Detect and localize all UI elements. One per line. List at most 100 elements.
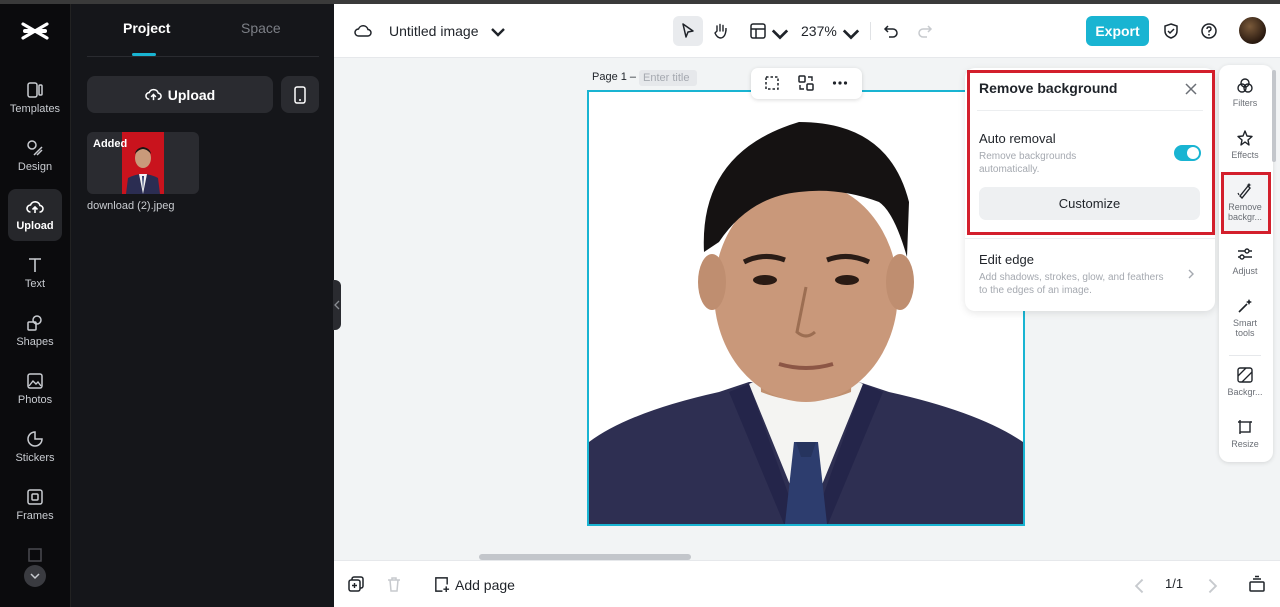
remove-background-icon bbox=[1237, 183, 1252, 199]
redo-icon bbox=[918, 25, 933, 38]
rail-item-text[interactable]: Text bbox=[8, 247, 62, 299]
annotation-highlight-panel bbox=[967, 70, 1215, 235]
chevron-down-icon bbox=[491, 28, 505, 37]
help-button[interactable] bbox=[1200, 22, 1218, 40]
portrait-photo bbox=[589, 92, 1023, 524]
layout-tool-button[interactable] bbox=[749, 22, 767, 40]
smart-tools-icon bbox=[1238, 299, 1252, 313]
upload-button[interactable]: Upload bbox=[87, 76, 273, 113]
more-tools-icon bbox=[28, 548, 42, 562]
panel-collapse-handle[interactable] bbox=[333, 280, 341, 330]
document-title[interactable]: Untitled image bbox=[389, 23, 479, 39]
toolbar-divider bbox=[870, 22, 871, 40]
capcut-logo[interactable] bbox=[21, 20, 49, 42]
page-manager-button[interactable] bbox=[1248, 575, 1266, 593]
add-page-button[interactable]: Add page bbox=[433, 576, 515, 593]
more-horizontal-icon bbox=[832, 81, 848, 85]
assets-panel: Project Space Upload Added download (2).… bbox=[70, 4, 334, 607]
delete-page-button[interactable] bbox=[385, 575, 403, 593]
security-button[interactable] bbox=[1162, 22, 1180, 40]
help-icon bbox=[1201, 23, 1217, 39]
frames-icon bbox=[27, 489, 43, 505]
effects-icon bbox=[1237, 130, 1253, 146]
select-area-icon bbox=[765, 76, 779, 90]
rail-item-photos[interactable]: Photos bbox=[8, 363, 62, 415]
rail-item-stickers[interactable]: Stickers bbox=[8, 421, 62, 473]
upload-button-label: Upload bbox=[167, 86, 216, 103]
upload-from-phone-button[interactable] bbox=[281, 76, 319, 113]
templates-icon bbox=[27, 82, 43, 98]
title-menu-button[interactable] bbox=[489, 23, 507, 41]
tool-effects[interactable]: Effects bbox=[1221, 129, 1269, 160]
right-rail-scrollbar[interactable] bbox=[1272, 70, 1276, 162]
tool-filters[interactable]: Filters bbox=[1221, 77, 1269, 108]
cloud-sync-button[interactable] bbox=[354, 22, 372, 40]
rail-item-shapes[interactable]: Shapes bbox=[8, 305, 62, 357]
select-area-button[interactable] bbox=[763, 74, 781, 92]
zoom-menu-button[interactable] bbox=[842, 25, 860, 43]
photos-icon bbox=[27, 373, 43, 389]
tool-label: Smart tools bbox=[1232, 318, 1257, 338]
rail-item-frames[interactable]: Frames bbox=[8, 479, 62, 531]
rail-label: Design bbox=[17, 161, 53, 173]
asset-filename: download (2).jpeg bbox=[87, 200, 175, 212]
tool-label: Effects bbox=[1231, 150, 1259, 160]
tool-resize[interactable]: Resize bbox=[1221, 418, 1269, 449]
cloud-icon bbox=[354, 25, 372, 37]
export-button[interactable]: Export bbox=[1086, 16, 1149, 46]
rail-item-templates[interactable]: Templates bbox=[8, 72, 62, 124]
add-page-icon bbox=[435, 577, 450, 593]
pages-icon bbox=[1249, 575, 1265, 592]
tab-divider bbox=[87, 56, 319, 57]
user-avatar[interactable] bbox=[1239, 17, 1266, 44]
undo-button[interactable] bbox=[882, 22, 900, 40]
tool-background[interactable]: Backgr... bbox=[1221, 366, 1269, 397]
chevron-left-icon bbox=[1134, 578, 1144, 594]
canvas-image[interactable] bbox=[587, 90, 1025, 526]
next-page-button[interactable] bbox=[1203, 577, 1221, 595]
chevron-down-icon bbox=[842, 29, 860, 40]
replace-button[interactable] bbox=[797, 74, 815, 92]
rail-item-upload[interactable]: Upload bbox=[8, 189, 62, 241]
more-options-button[interactable] bbox=[831, 74, 849, 92]
page-title-input[interactable]: Enter title bbox=[639, 70, 697, 86]
asset-image bbox=[122, 132, 164, 194]
tool-divider bbox=[1229, 355, 1261, 356]
pointer-icon bbox=[682, 23, 694, 38]
chevron-right-icon bbox=[1208, 578, 1218, 594]
left-rail: Templates Design Upload Text Shapes Phot… bbox=[0, 4, 70, 607]
chevron-down-icon bbox=[771, 29, 789, 40]
resize-icon bbox=[1238, 420, 1252, 434]
hand-icon bbox=[714, 23, 727, 39]
prev-page-button[interactable] bbox=[1131, 577, 1149, 595]
hand-tool-button[interactable] bbox=[712, 22, 730, 40]
layout-menu-button[interactable] bbox=[771, 25, 789, 43]
background-icon bbox=[1237, 367, 1253, 383]
chevron-down-icon bbox=[30, 573, 40, 580]
redo-button[interactable] bbox=[916, 22, 934, 40]
layout-icon bbox=[750, 23, 766, 39]
page-label: Page 1 – bbox=[592, 71, 637, 83]
tool-smart-tools[interactable]: Smart tools bbox=[1221, 297, 1269, 338]
undo-icon bbox=[883, 25, 898, 38]
shapes-icon bbox=[27, 315, 42, 331]
design-icon bbox=[27, 140, 43, 156]
tool-label: Adjust bbox=[1232, 266, 1258, 276]
tool-remove-background[interactable]: Remove backgr... bbox=[1221, 181, 1269, 222]
rail-expand-button[interactable] bbox=[24, 565, 46, 587]
duplicate-page-button[interactable] bbox=[347, 575, 365, 593]
chevron-right-icon[interactable] bbox=[1186, 268, 1196, 280]
trash-icon bbox=[388, 577, 400, 592]
tab-space[interactable]: Space bbox=[241, 20, 281, 36]
zoom-level[interactable]: 237% bbox=[801, 23, 837, 39]
tool-adjust[interactable]: Adjust bbox=[1221, 245, 1269, 276]
rail-label: Stickers bbox=[15, 452, 55, 464]
asset-thumbnail[interactable]: Added bbox=[87, 132, 199, 194]
tab-project[interactable]: Project bbox=[123, 20, 170, 36]
page-counter: 1/1 bbox=[1165, 576, 1184, 591]
edit-edge-title[interactable]: Edit edge bbox=[979, 252, 1034, 267]
shield-check-icon bbox=[1164, 23, 1178, 39]
select-tool-button[interactable] bbox=[673, 16, 703, 46]
rail-label: Text bbox=[24, 278, 46, 290]
rail-item-design[interactable]: Design bbox=[8, 130, 62, 182]
